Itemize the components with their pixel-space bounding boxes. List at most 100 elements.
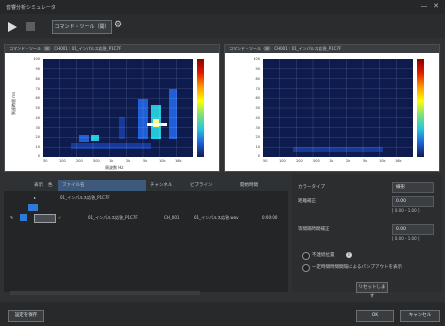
toolbar: コマンド・ツール（開） ⚙ bbox=[0, 14, 445, 38]
y-tick: 0 bbox=[257, 154, 260, 158]
table-row[interactable]: ✎ ✓ 01_インパルス応答_P1C7F CH_001 01_インパルス応答.w… bbox=[4, 212, 288, 223]
row-channel: CH_001 bbox=[164, 215, 180, 220]
spectrogram-panel-left: コマンド・ツール（開） CH001 : 01_インパルス応答_P1C7F 到達時… bbox=[4, 44, 220, 172]
col-color[interactable]: 色 bbox=[48, 182, 53, 188]
col-channel[interactable]: チャンネル bbox=[150, 182, 172, 188]
x-tick: 50 bbox=[263, 159, 268, 163]
table-header: 表示 色 ファイル名 チャンネル ビブライン 開始時間 bbox=[4, 180, 288, 191]
col-show[interactable]: 表示 bbox=[34, 182, 43, 188]
y-tick: 80 bbox=[255, 77, 260, 81]
y-axis-label: 到達時間 ms bbox=[11, 91, 16, 115]
y-tick: 50 bbox=[255, 106, 260, 110]
y-tick: 30 bbox=[255, 126, 260, 130]
interval-label: 等間隔時間補正 bbox=[298, 227, 330, 232]
title-bar: 音響分析シミュレータ — ✕ bbox=[0, 0, 445, 14]
y-tick: 20 bbox=[255, 135, 260, 139]
row-filename: 01_インパルス応答_P1C7F bbox=[88, 215, 138, 220]
window-title: 音響分析シミュレータ bbox=[6, 4, 56, 11]
gain-label: 距離補正 bbox=[298, 199, 316, 204]
y-tick: 70 bbox=[255, 87, 260, 91]
x-tick: 16k bbox=[175, 159, 182, 163]
y-tick: 90 bbox=[255, 67, 260, 71]
reset-button[interactable]: リセットします bbox=[356, 282, 388, 299]
selection-box[interactable] bbox=[34, 214, 56, 223]
cancel-button[interactable]: キャンセル bbox=[400, 310, 440, 322]
x-tick: 10k bbox=[159, 159, 166, 163]
y-tick: 100 bbox=[253, 57, 260, 61]
y-tick: 40 bbox=[35, 116, 40, 120]
option-discontinuous-label: 不連続位置 bbox=[312, 253, 335, 258]
row-vibline: 01_インパルス応答.wav bbox=[194, 215, 239, 220]
y-tick: 90 bbox=[35, 67, 40, 71]
command-tool-button[interactable]: コマンド・ツール（開） bbox=[52, 20, 112, 34]
x-tick: 500 bbox=[313, 159, 320, 163]
x-tick: 200 bbox=[76, 159, 83, 163]
heatmap-right bbox=[263, 59, 413, 157]
gain-range: [ 0.00 - 1.00 ] bbox=[392, 208, 420, 213]
interval-input[interactable]: 0.00 bbox=[392, 224, 434, 235]
x-tick: 16k bbox=[395, 159, 402, 163]
colorbar-left bbox=[197, 59, 204, 157]
expand-icon[interactable]: ▸ bbox=[34, 195, 36, 200]
option-pumpout-radio[interactable] bbox=[302, 264, 310, 272]
option-pumpout-label: 一定時間時間間隔によるパンプアウトを表示 bbox=[312, 265, 402, 270]
properties-panel: カラータイプ 線形 距離補正 0.00 [ 0.00 - 1.00 ] 等間隔時… bbox=[292, 174, 442, 292]
check-icon[interactable]: ✓ bbox=[58, 215, 61, 220]
color-swatch[interactable] bbox=[20, 214, 27, 221]
spectrogram-panel-right: コマンド・ツール（開） CH001 : 01_インパルス応答_P1C7F 100… bbox=[224, 44, 440, 172]
pin-icon[interactable]: ✎ bbox=[10, 215, 13, 220]
row-start: 0:00:00 bbox=[262, 215, 278, 220]
group-label: 01_インパルス応答_P1C7F bbox=[60, 195, 110, 200]
panel-title: コマンド・ツール（開） CH001 : 01_インパルス応答_P1C7F bbox=[225, 45, 439, 53]
gear-icon[interactable]: ⚙ bbox=[114, 20, 124, 30]
color-swatch[interactable] bbox=[28, 204, 38, 211]
x-tick: 2k bbox=[126, 159, 131, 163]
x-tick: 100 bbox=[279, 159, 286, 163]
panel-title: コマンド・ツール（開） CH001 : 01_インパルス応答_P1C7F bbox=[5, 45, 219, 53]
y-tick: 10 bbox=[255, 145, 260, 149]
close-button[interactable]: ✕ bbox=[432, 2, 440, 10]
y-tick: 50 bbox=[35, 106, 40, 110]
minimize-button[interactable]: — bbox=[420, 2, 428, 10]
y-tick: 0 bbox=[37, 154, 40, 158]
horizontal-scrollbar[interactable] bbox=[10, 291, 200, 295]
y-tick: 30 bbox=[35, 126, 40, 130]
type-label: カラータイプ bbox=[298, 185, 325, 190]
bottom-bar: 設定を保存 OK キャンセル bbox=[0, 302, 445, 326]
type-select[interactable]: 線形 bbox=[392, 182, 434, 193]
save-settings-button[interactable]: 設定を保存 bbox=[8, 310, 44, 322]
stop-icon[interactable] bbox=[26, 22, 35, 31]
file-table: 表示 色 ファイル名 チャンネル ビブライン 開始時間 ▸ 01_インパルス応答… bbox=[4, 180, 288, 292]
ok-button[interactable]: OK bbox=[356, 310, 394, 322]
x-tick: 5k bbox=[363, 159, 368, 163]
x-tick: 2k bbox=[346, 159, 351, 163]
x-tick: 10k bbox=[379, 159, 386, 163]
y-tick: 10 bbox=[35, 145, 40, 149]
y-tick: 60 bbox=[35, 96, 40, 100]
x-axis-label: 周波数 Hz bbox=[105, 165, 124, 170]
y-tick: 20 bbox=[35, 135, 40, 139]
heatmap-left bbox=[43, 59, 193, 157]
x-tick: 100 bbox=[59, 159, 66, 163]
y-tick: 100 bbox=[33, 57, 40, 61]
y-tick: 70 bbox=[35, 87, 40, 91]
col-start[interactable]: 開始時間 bbox=[240, 182, 258, 188]
info-icon[interactable]: i bbox=[346, 252, 352, 258]
x-tick: 1k bbox=[109, 159, 114, 163]
x-tick: 1k bbox=[329, 159, 334, 163]
x-tick: 500 bbox=[93, 159, 100, 163]
x-tick: 5k bbox=[143, 159, 148, 163]
col-vibline[interactable]: ビブライン bbox=[190, 182, 213, 188]
interval-range: [ 0.00 - 1.00 ] bbox=[392, 236, 420, 241]
y-tick: 40 bbox=[255, 116, 260, 120]
y-tick: 60 bbox=[255, 96, 260, 100]
colorbar-right bbox=[417, 59, 424, 157]
y-tick: 80 bbox=[35, 77, 40, 81]
main-window: 音響分析シミュレータ — ✕ コマンド・ツール（開） ⚙ コマンド・ツール（開）… bbox=[0, 0, 445, 326]
option-discontinuous-radio[interactable] bbox=[302, 252, 310, 260]
col-filename[interactable]: ファイル名 bbox=[62, 182, 85, 188]
x-tick: 200 bbox=[296, 159, 303, 163]
gain-input[interactable]: 0.00 bbox=[392, 196, 434, 207]
play-icon[interactable] bbox=[8, 22, 17, 32]
x-tick: 50 bbox=[43, 159, 48, 163]
